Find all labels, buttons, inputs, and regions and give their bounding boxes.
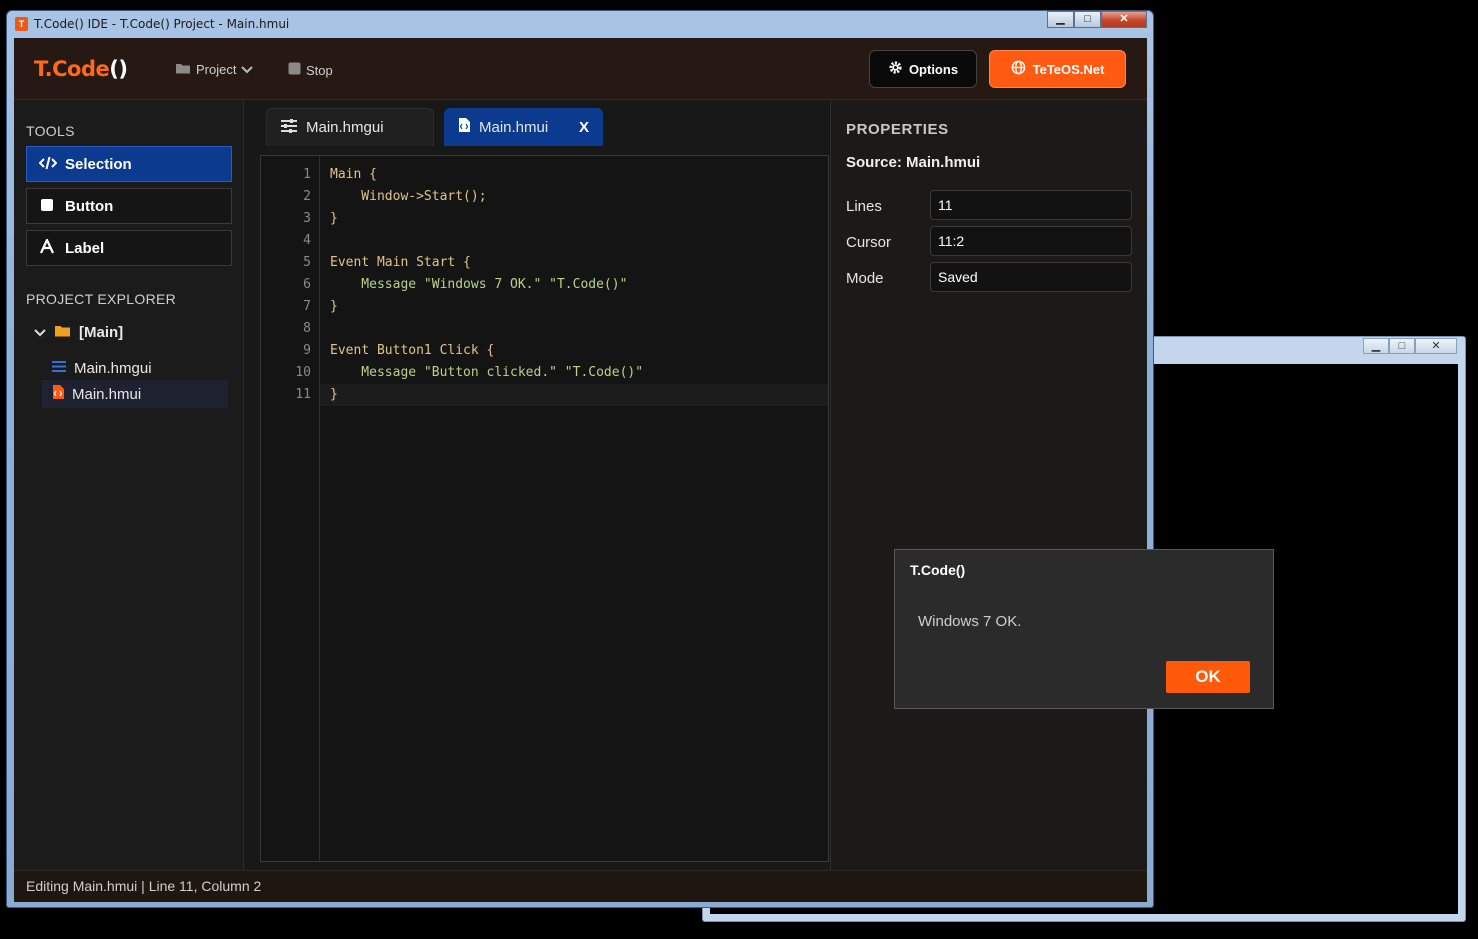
cursor-field[interactable]: 11:2 [930,226,1132,256]
code-icon [38,156,58,173]
current-line-highlight [319,384,828,406]
sliders-icon [52,360,66,377]
message-dialog: T.Code() Windows 7 OK. OK [894,549,1274,709]
code-line: } [330,211,338,226]
file-code-icon [458,118,470,136]
code-line: Message "Button clicked." "T.Code()" [330,365,644,380]
code-line: Window->Start(); [330,189,487,204]
logo: T.Code() [34,57,128,81]
properties-panel: PROPERTIES Source: Main.hmui Lines 11 Cu… [830,100,1147,870]
app-header: T.Code() Project Stop Options TeTeOS.Net [14,38,1147,100]
tool-button-label: Button [65,197,114,215]
code-line: Event Main Start { [330,255,471,270]
options-button[interactable]: Options [869,50,977,88]
code-line: Event Button1 Click { [330,343,495,358]
cursor-label: Cursor [846,234,892,251]
left-panel: TOOLS Selection Button Label PROJECT EXP… [14,100,244,870]
gear-icon [888,60,903,78]
stop-icon [288,62,301,78]
options-label: Options [908,61,959,77]
mode-field[interactable]: Saved [930,262,1132,292]
line-number: 5 [303,255,311,270]
background-window-controls: ▁ □ ✕ [1363,338,1457,354]
status-bar: Editing Main.hmui | Line 11, Column 2 [14,870,1147,902]
line-number: 7 [303,299,311,314]
tool-button[interactable]: Button [26,188,232,224]
lines-field[interactable]: 11 [930,190,1132,220]
tools-heading: TOOLS [26,123,75,139]
tree-item-label: Main.hmui [72,385,142,403]
tab-label: Main.hmui [479,118,549,136]
project-menu[interactable]: Project [175,62,254,77]
code-editor[interactable]: 1 2 3 4 5 6 7 8 9 10 11 Main { Window->S… [260,155,829,862]
project-menu-label: Project [196,62,237,77]
folder-icon [54,324,71,341]
code-line: } [330,299,338,314]
letter-a-icon [39,237,55,257]
line-number: 1 [303,167,311,182]
window-titlebar[interactable]: T T.Code() IDE - T.Code() Project - Main… [7,11,1153,38]
tool-label[interactable]: Label [26,230,232,266]
code-line: } [330,387,338,402]
dialog-message: Windows 7 OK. [918,613,1022,630]
window-title: T.Code() IDE - T.Code() Project - Main.h… [34,17,290,31]
sliders-icon [281,118,297,137]
folder-icon [175,62,191,77]
file-code-icon [52,385,64,403]
tab-close-button[interactable]: X [579,119,589,136]
tree-item-label: Main.hmgui [74,359,152,377]
tree-item-main-hmui[interactable]: Main.hmui [42,380,228,408]
line-number: 2 [303,189,311,204]
globe-icon [1011,60,1026,78]
stop-label: Stop [306,62,333,78]
maximize-button[interactable]: □ [1389,338,1415,354]
line-number: 10 [295,365,311,380]
logo-parens: () [109,57,128,81]
square-icon [39,198,55,215]
line-number: 3 [303,211,311,226]
logo-text: T.Code [34,57,110,81]
tool-selection-label: Selection [65,155,132,173]
tree-item-main-hmgui[interactable]: Main.hmgui [52,354,228,382]
close-button[interactable]: ✕ [1415,338,1457,354]
tool-label-label: Label [65,239,105,257]
minimize-button[interactable]: ▁ [1363,338,1389,354]
ide-window: T T.Code() IDE - T.Code() Project - Main… [6,10,1154,908]
explorer-heading: PROJECT EXPLORER [26,291,177,307]
dialog-title: T.Code() [910,562,966,578]
chevron-down-icon [34,324,46,341]
minimize-button[interactable]: ▁ [1047,11,1074,28]
app-icon: T [15,17,28,31]
teteos-label: TeTeOS.Net [1032,61,1105,77]
line-number-gutter: 1 2 3 4 5 6 7 8 9 10 11 [261,156,320,861]
line-number: 8 [303,321,311,336]
close-button[interactable]: ✕ [1101,11,1147,28]
mode-label: Mode [846,270,884,287]
tab-label: Main.hmgui [306,119,384,136]
properties-heading: PROPERTIES [846,121,949,138]
tree-root-label: [Main] [79,324,124,341]
line-number: 4 [303,233,311,248]
chevron-down-icon [241,62,254,77]
code-line: Message "Windows 7 OK." "T.Code()" [330,277,628,292]
tool-selection[interactable]: Selection [26,146,232,182]
window-controls: ▁ □ ✕ [1047,11,1147,28]
lines-label: Lines [846,198,882,215]
line-number: 6 [303,277,311,292]
line-number: 9 [303,343,311,358]
tab-main-hmgui[interactable]: Main.hmgui [266,108,434,146]
line-number: 11 [295,387,311,402]
maximize-button[interactable]: □ [1074,11,1101,28]
tree-root-main[interactable]: [Main] [34,324,123,341]
properties-source: Source: Main.hmui [846,154,981,171]
stop-button[interactable]: Stop [288,62,333,78]
code-line: Main { [330,167,377,182]
teteos-button[interactable]: TeTeOS.Net [989,50,1126,88]
ide-client: T.Code() Project Stop Options TeTeOS.Net… [14,38,1147,902]
ok-button[interactable]: OK [1166,661,1250,693]
tab-main-hmui[interactable]: Main.hmui X [444,108,603,146]
